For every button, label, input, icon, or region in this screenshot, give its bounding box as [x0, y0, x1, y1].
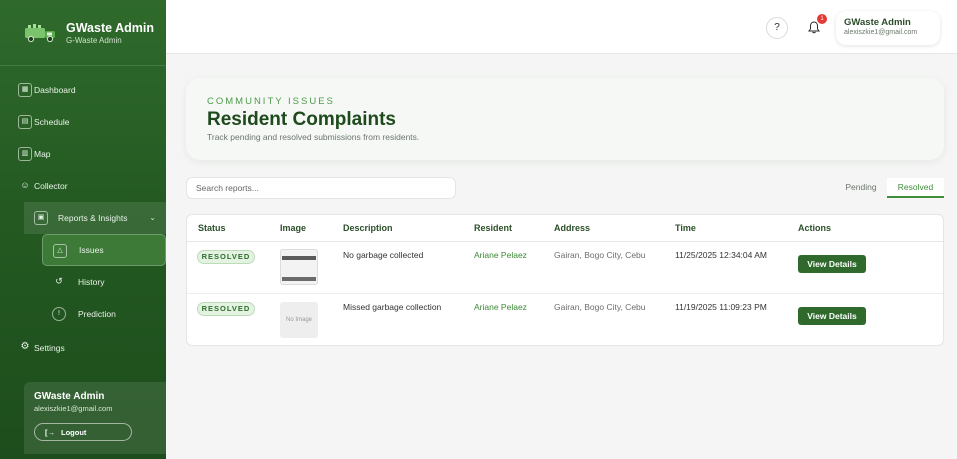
table-row: RESOLVED No garbage collected Ariane Pel…	[187, 242, 943, 294]
sidebar-item-schedule[interactable]: ▤ Schedule	[0, 106, 166, 138]
user-icon: ☺	[20, 180, 30, 190]
sidebar-item-map[interactable]: ▥ Map	[0, 138, 166, 170]
bell-icon[interactable]: 1	[803, 14, 827, 39]
description-cell: No garbage collected	[343, 250, 424, 260]
truck-logo-icon	[24, 22, 58, 44]
prediction-icon: !	[52, 307, 66, 321]
column-header: Resident	[474, 223, 513, 233]
no-image-placeholder: No Image	[280, 302, 318, 338]
tab-pending[interactable]: Pending	[840, 178, 882, 198]
sidebar-subitem-label: History	[78, 277, 105, 287]
sidebar-user-card: GWaste Admin alexiszkie1@gmail.com [→ Lo…	[24, 382, 166, 454]
chevron-down-icon: ⌄	[149, 213, 156, 222]
logout-icon: [→	[45, 427, 55, 437]
column-header: Actions	[798, 223, 832, 233]
resident-link[interactable]: Ariane Pelaez	[474, 250, 527, 260]
address-cell: Gairan, Bogo City, Cebu	[554, 250, 646, 260]
complaint-image[interactable]	[280, 249, 318, 285]
sidebar-item-settings[interactable]: ⚙ Settings	[0, 332, 166, 364]
page-title: Resident Complaints	[207, 109, 396, 130]
profile-name: GWaste Admin	[844, 17, 911, 28]
logout-label: Logout	[61, 427, 87, 437]
time-cell: 11/25/2025 12:34:04 AM	[675, 250, 768, 260]
sidebar-subitem-prediction[interactable]: ! Prediction	[0, 298, 166, 330]
user-name: GWaste Admin	[34, 391, 105, 402]
tab-resolved[interactable]: Resolved	[887, 178, 944, 198]
column-header: Status	[198, 223, 226, 233]
help-icon[interactable]: ?	[766, 17, 788, 39]
sidebar-item-label: Dashboard	[34, 85, 76, 95]
page-header-card: COMMUNITY ISSUES Resident Complaints Tra…	[186, 78, 944, 160]
sidebar-item-label: Map	[34, 149, 51, 159]
sidebar-item-label: Schedule	[34, 117, 70, 127]
top-bar: ? 1 GWaste Admin alexiszkie1@gmail.com	[166, 0, 957, 54]
address-cell: Gairan, Bogo City, Cebu	[554, 302, 646, 312]
sidebar: GWaste Admin G-Waste Admin ▦ Dashboard ▤…	[0, 0, 166, 459]
resident-link[interactable]: Ariane Pelaez	[474, 302, 527, 312]
report-icon: ▣	[34, 211, 48, 225]
sidebar-item-dashboard[interactable]: ▦ Dashboard	[0, 74, 166, 106]
profile-menu[interactable]: GWaste Admin alexiszkie1@gmail.com	[836, 11, 940, 45]
table-row: RESOLVED No Image Missed garbage collect…	[187, 294, 943, 345]
warning-icon: △	[53, 244, 67, 258]
profile-email: alexiszkie1@gmail.com	[844, 29, 918, 36]
calendar-icon: ▤	[18, 115, 32, 129]
page-subtitle: Track pending and resolved submissions f…	[207, 132, 420, 142]
notification-badge: 1	[817, 14, 827, 24]
view-details-button[interactable]: View Details	[798, 307, 866, 325]
sidebar-item-label: Settings	[34, 343, 65, 353]
brand-title: GWaste Admin	[66, 20, 154, 35]
sidebar-subitem-label: Prediction	[78, 309, 116, 319]
sidebar-item-label: Collector	[34, 181, 68, 191]
sidebar-subitem-history[interactable]: ↺ History	[0, 266, 166, 298]
page-kicker: COMMUNITY ISSUES	[207, 96, 335, 107]
column-header: Image	[280, 223, 307, 233]
user-email: alexiszkie1@gmail.com	[34, 404, 113, 413]
sidebar-nav: ▦ Dashboard ▤ Schedule ▥ Map ☺ Collector…	[0, 74, 166, 364]
column-header: Time	[675, 223, 696, 233]
status-badge: RESOLVED	[197, 302, 255, 316]
column-header: Description	[343, 223, 393, 233]
description-cell: Missed garbage collection	[343, 302, 442, 312]
sidebar-subitem-issues[interactable]: △ Issues	[42, 234, 166, 266]
logout-button[interactable]: [→ Logout	[34, 423, 132, 441]
complaints-table: Status Image Description Resident Addres…	[186, 214, 944, 346]
sidebar-item-label: Reports & Insights	[58, 213, 128, 223]
column-header: Address	[554, 223, 591, 233]
time-cell: 11/19/2025 11:09:23 PM	[675, 302, 767, 312]
sidebar-subitem-label: Issues	[79, 245, 104, 255]
grid-icon: ▦	[18, 83, 32, 97]
settings-icon: ⚙	[20, 341, 30, 352]
brand-subtitle: G-Waste Admin	[66, 35, 122, 45]
sidebar-item-reports[interactable]: ▣ Reports & Insights ⌄	[24, 202, 166, 234]
brand[interactable]: GWaste Admin G-Waste Admin	[0, 0, 166, 66]
map-icon: ▥	[18, 147, 32, 161]
search-input[interactable]	[186, 177, 456, 199]
status-badge: RESOLVED	[197, 250, 255, 264]
view-details-button[interactable]: View Details	[798, 255, 866, 273]
sidebar-item-collector[interactable]: ☺ Collector	[0, 170, 166, 202]
history-icon: ↺	[55, 276, 63, 286]
